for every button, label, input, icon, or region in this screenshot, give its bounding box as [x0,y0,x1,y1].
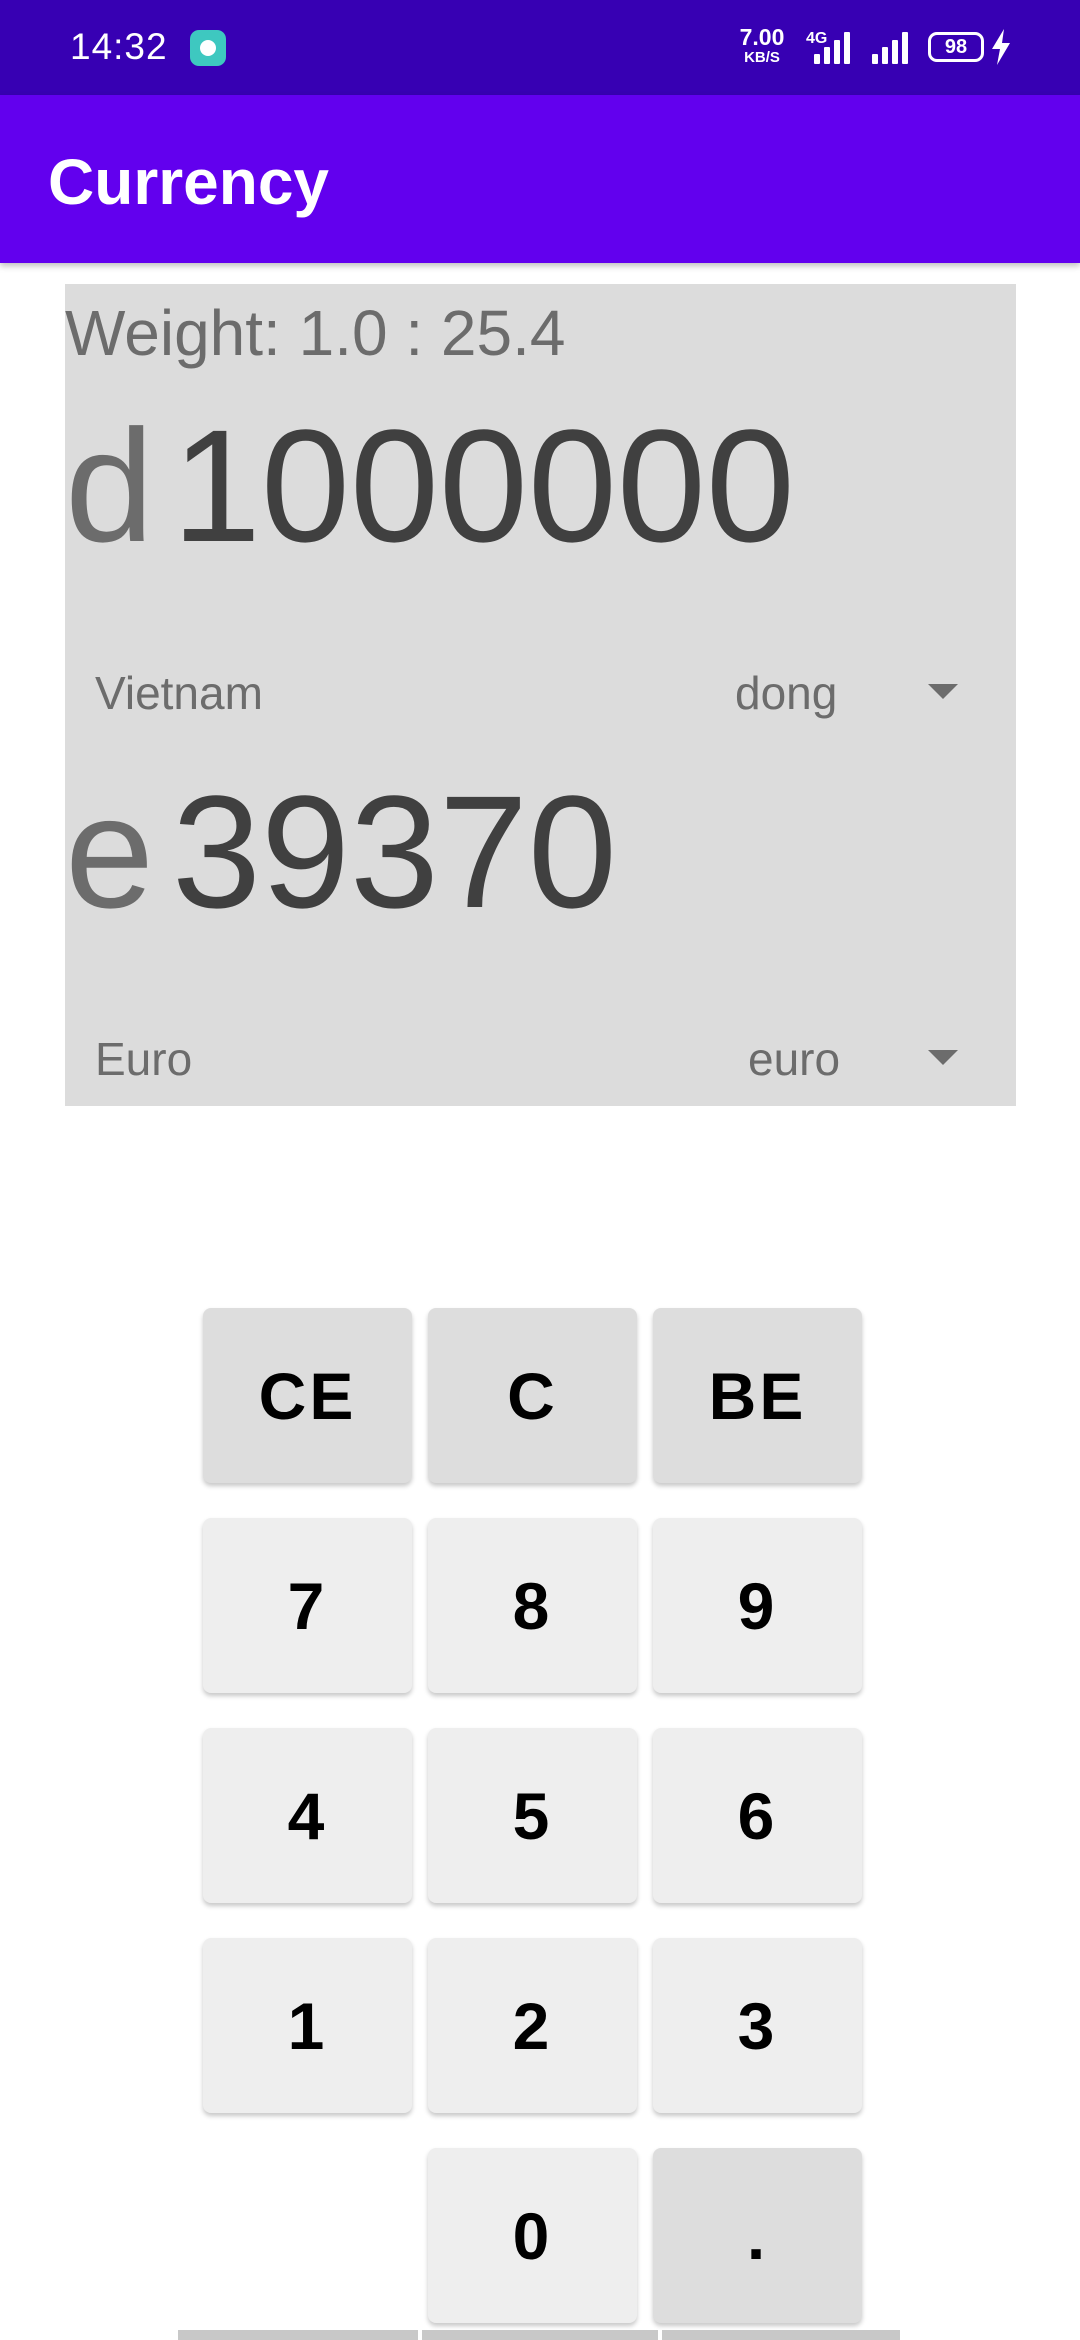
signal-icon [812,28,852,64]
dropdown-arrow-icon [928,1050,958,1065]
to-country-label: Euro [95,1033,193,1085]
app-notification-icon [190,30,226,66]
bottom-divider [422,2330,658,2340]
network-speed-value: 7.00 [739,24,785,50]
battery-icon: 98 [928,32,984,62]
to-amount-display[interactable]: e 39370 [65,772,617,932]
signal-icon [870,28,910,64]
bottom-divider [178,2330,418,2340]
charging-icon [992,29,1010,65]
to-currency-label: euro [748,1033,841,1085]
from-amount-value: 1000000 [171,396,795,575]
status-bar: 14:32 7.00 KB/S 4G 98 [0,0,1080,95]
from-currency-select[interactable]: Vietnam dong [65,654,1016,734]
app-title: Currency [48,146,329,218]
digit-7-button[interactable]: 7 [203,1518,412,1693]
decimal-point-button[interactable]: . [653,2148,862,2323]
digit-5-button[interactable]: 5 [428,1728,637,1903]
converter-panel: Weight: 1.0 : 25.4 d 1000000 Vietnam dong… [65,284,1016,1106]
network-speed-unit: KB/S [744,49,780,66]
weight-ratio: Weight: 1.0 : 25.4 [65,297,566,369]
bottom-divider [662,2330,900,2340]
digit-2-button[interactable]: 2 [428,1938,637,2113]
from-currency-label: dong [735,667,838,719]
from-amount-display[interactable]: d 1000000 [65,406,795,566]
network-speed: 7.00 KB/S [736,24,788,66]
to-currency-select[interactable]: Euro euro [65,1020,1016,1100]
from-currency-symbol: d [65,396,154,575]
clear-entry-button[interactable]: CE [203,1308,412,1483]
digit-6-button[interactable]: 6 [653,1728,862,1903]
status-time: 14:32 [70,26,168,67]
digit-0-button[interactable]: 0 [428,2148,637,2323]
dropdown-arrow-icon [928,684,958,699]
to-currency-symbol: e [65,762,154,941]
digit-3-button[interactable]: 3 [653,1938,862,2113]
clear-button[interactable]: C [428,1308,637,1483]
app-bar: Currency [0,95,1080,263]
digit-1-button[interactable]: 1 [203,1938,412,2113]
digit-4-button[interactable]: 4 [203,1728,412,1903]
digit-9-button[interactable]: 9 [653,1518,862,1693]
digit-8-button[interactable]: 8 [428,1518,637,1693]
to-amount-value: 39370 [171,762,617,941]
from-country-label: Vietnam [95,667,263,719]
backspace-button[interactable]: BE [653,1308,862,1483]
